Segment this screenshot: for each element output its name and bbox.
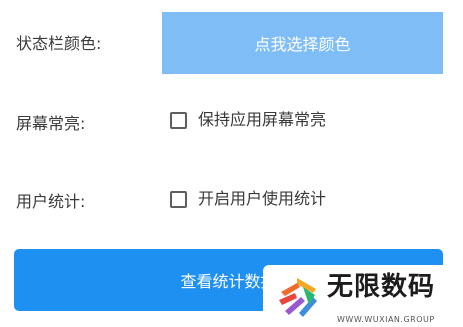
statusbar-color-label: 状态栏颜色: [16,34,102,53]
screen-on-label: 屏幕常亮: [16,114,86,133]
user-stats-label: 用户统计: [16,192,86,211]
screen-on-checkbox-label: 保持应用屏幕常亮 [198,110,327,129]
watermark-subtitle: WWW.WUXIAN.GROUP [337,315,435,324]
user-stats-checkbox-label: 开启用户使用统计 [198,189,327,208]
user-stats-checkbox[interactable] [170,190,187,208]
watermark-title: 无限数码 [327,272,436,302]
screen-on-option[interactable]: 保持应用屏幕常亮 [170,110,326,130]
choose-color-button[interactable]: 点我选择颜色 [162,12,443,74]
screen-on-checkbox[interactable] [170,111,187,129]
user-stats-option[interactable]: 开启用户使用统计 [170,189,326,209]
brand-logo-icon [279,278,317,317]
watermark: 无限数码 WWW.WUXIAN.GROUP [263,265,463,327]
